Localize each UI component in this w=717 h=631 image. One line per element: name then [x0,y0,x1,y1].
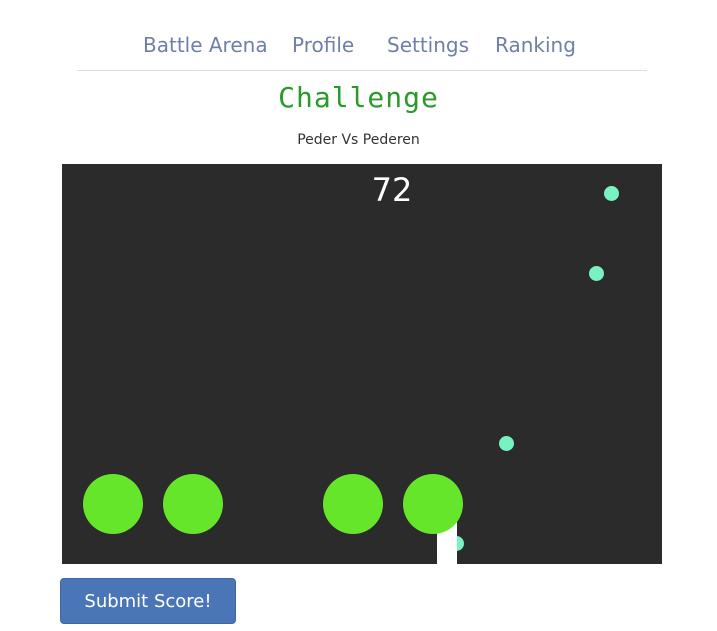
submit-score-button[interactable]: Submit Score! [60,578,236,624]
nav-battle-arena[interactable]: Battle Arena [143,33,268,57]
nav-profile[interactable]: Profile [292,33,354,57]
player-circle [163,474,223,534]
game-board[interactable]: 72 [62,164,662,564]
top-nav: Battle Arena Profile Settings Ranking [77,0,647,71]
match-subtitle: Peder Vs Pederen [297,132,420,148]
falling-ball [499,436,514,451]
player-circle-active [403,474,463,534]
page-title: Challenge [278,81,439,114]
falling-ball [604,186,619,201]
player-circle [83,474,143,534]
falling-ball [589,266,604,281]
player-circle [323,474,383,534]
score-display: 72 [371,171,413,209]
nav-settings[interactable]: Settings [387,33,469,57]
nav-ranking[interactable]: Ranking [495,33,576,57]
